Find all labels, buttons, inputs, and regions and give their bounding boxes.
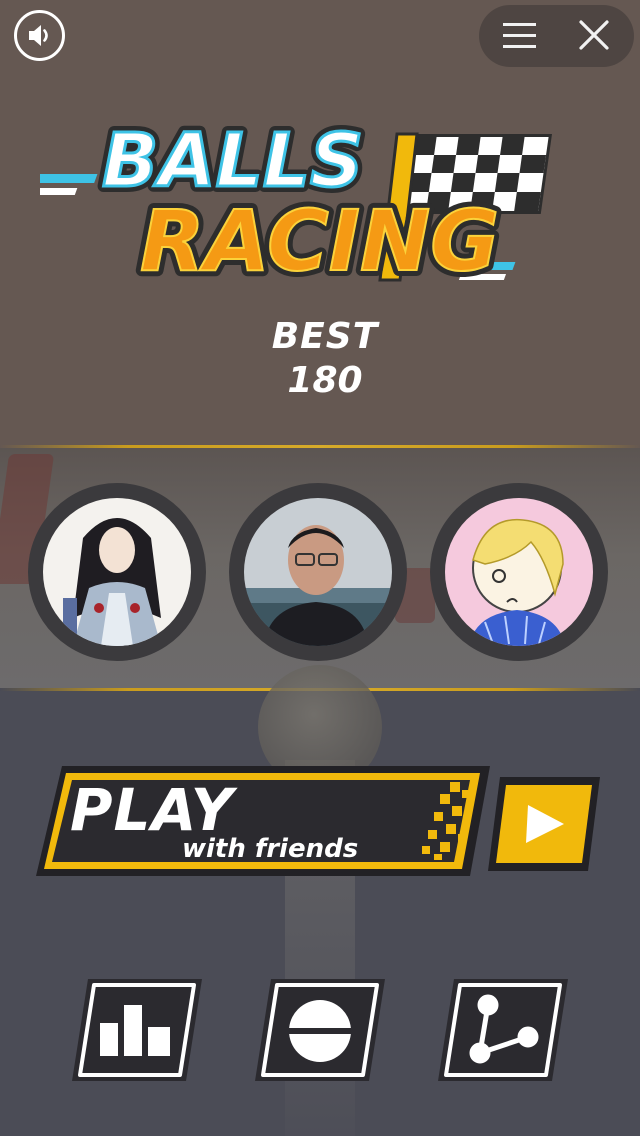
play-subtitle: with friends (182, 834, 359, 864)
menu-button[interactable] (492, 10, 547, 62)
best-label: BEST (271, 316, 379, 357)
close-icon (579, 20, 609, 50)
share-button[interactable] (436, 975, 571, 1085)
anime-character-avatar (43, 498, 191, 646)
hamburger-menu-icon (503, 23, 536, 48)
cartoon-blonde-avatar (445, 498, 593, 646)
sound-button[interactable] (14, 10, 65, 61)
friend-avatar-1[interactable] (28, 483, 206, 661)
play-with-friends-button[interactable]: PLAY with friends (32, 762, 492, 880)
best-score: 180 (287, 360, 363, 401)
game-logo: BALLS BALLS RACING RACING (40, 112, 552, 296)
play-button[interactable] (486, 775, 602, 873)
friend-avatar-2[interactable] (229, 483, 407, 661)
skins-button[interactable] (253, 975, 388, 1085)
close-button[interactable] (566, 10, 621, 62)
speaker-icon (29, 25, 48, 46)
logo-racing-text: RACING (140, 192, 499, 290)
leaderboard-button[interactable] (70, 975, 205, 1085)
man-with-glasses-avatar (244, 498, 392, 646)
friend-avatar-3[interactable] (430, 483, 608, 661)
